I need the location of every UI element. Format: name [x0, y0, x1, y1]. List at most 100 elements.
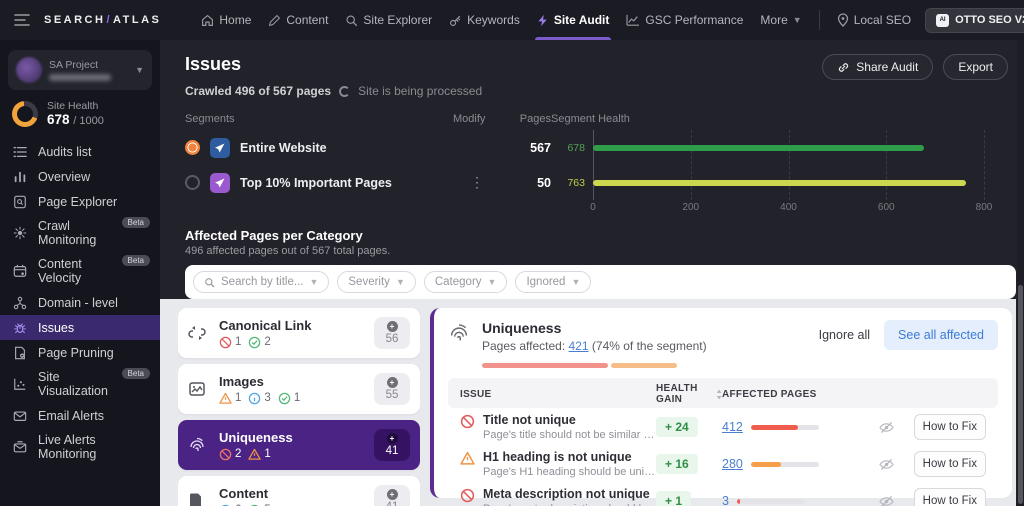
- col-header-pages: Pages: [501, 113, 551, 125]
- nav-local-seo[interactable]: Local SEO: [837, 0, 911, 40]
- filter-bar: Search by title... ▼ Severity ▼ Category…: [185, 265, 1016, 299]
- pages-count-icon: +: [387, 433, 398, 444]
- segment-kebab-menu[interactable]: ⋮: [453, 174, 501, 191]
- share-audit-button[interactable]: Share Audit: [822, 54, 933, 80]
- otto-logo-icon: AI: [936, 14, 949, 27]
- nav-gsc-performance[interactable]: GSC Performance: [626, 0, 743, 40]
- sidebar-item-page-explorer[interactable]: Page Explorer: [0, 189, 160, 214]
- main-content: Issues Share Audit Export Crawled 496 of…: [160, 40, 1024, 506]
- chevron-down-icon: ▼: [793, 15, 802, 25]
- ignore-all-button[interactable]: Ignore all: [819, 328, 870, 342]
- section-subtitle: 496 affected pages out of 567 total page…: [185, 245, 1016, 257]
- col-header-modify: Modify: [453, 113, 501, 125]
- page-scrollbar[interactable]: [1017, 40, 1024, 506]
- category-card-images[interactable]: Images 1 3 1: [178, 364, 420, 414]
- sidebar-item-page-pruning[interactable]: Page Pruning: [0, 340, 160, 365]
- sidebar-item-crawl-monitoring[interactable]: Crawl Monitoring Beta: [0, 214, 160, 252]
- sidebar-item-domain-level[interactable]: Domain - level: [0, 290, 160, 315]
- bug-icon: [13, 321, 27, 335]
- category-card-uniqueness[interactable]: Uniqueness 2 1: [178, 420, 420, 470]
- col-header-health-gain[interactable]: HEALTH GAIN: [656, 383, 722, 405]
- category-list: Canonical Link 1 2: [178, 308, 420, 506]
- search-by-title-dropdown[interactable]: Search by title... ▼: [193, 271, 329, 293]
- ignore-eye-off-icon[interactable]: [879, 421, 894, 434]
- affected-count-link[interactable]: 412: [722, 420, 743, 434]
- hamburger-menu-icon[interactable]: [14, 13, 30, 27]
- how-to-fix-button[interactable]: How to Fix: [914, 488, 986, 506]
- ignored-dropdown[interactable]: Ignored ▼: [515, 271, 591, 293]
- nav-more[interactable]: More ▼: [760, 0, 801, 40]
- issue-detail-panel: Uniqueness Pages affected: 421 (74% of t…: [430, 308, 1012, 498]
- nav-site-explorer[interactable]: Site Explorer: [345, 0, 432, 40]
- segment-radio[interactable]: [185, 175, 200, 190]
- pages-count-icon: +: [387, 377, 398, 388]
- project-label: SA Project: [49, 59, 128, 71]
- issue-row-meta-description-not-unique: Meta description not unique Page's meta …: [448, 482, 998, 506]
- sidebar-item-overview[interactable]: Overview: [0, 164, 160, 189]
- severity-dropdown[interactable]: Severity ▼: [337, 271, 415, 293]
- segment-icon-rocket: [210, 173, 230, 193]
- sidebar-item-email-alerts[interactable]: Email Alerts: [0, 403, 160, 428]
- ignore-eye-off-icon[interactable]: [879, 495, 894, 506]
- sidebar-item-content-velocity[interactable]: Content Velocity Beta: [0, 252, 160, 290]
- search-icon: [204, 277, 215, 288]
- category-card-content[interactable]: Content 6 5 +: [178, 476, 420, 506]
- app-logo: SEARCH/ATLAS: [44, 14, 161, 26]
- canonical-link-icon: [188, 324, 208, 342]
- scrollbar-thumb[interactable]: [1018, 285, 1023, 504]
- otto-seo-button[interactable]: AI OTTO SEO V2: [925, 8, 1024, 33]
- bar-chart-icon: [13, 170, 27, 184]
- segment-radio-selected[interactable]: [185, 140, 200, 155]
- sidebar-item-issues[interactable]: Issues: [0, 315, 160, 340]
- axis-tick: 0: [590, 202, 596, 213]
- sidebar-item-live-alerts-monitoring[interactable]: Live Alerts Monitoring: [0, 428, 160, 466]
- category-card-canonical-link[interactable]: Canonical Link 1 2: [178, 308, 420, 358]
- how-to-fix-button[interactable]: How to Fix: [914, 414, 986, 440]
- warning-count-badge: 1: [248, 448, 270, 461]
- site-health-donut: [12, 101, 38, 127]
- issue-description: Page's H1 heading should be unique and d…: [483, 466, 656, 478]
- ignore-eye-off-icon[interactable]: [879, 458, 894, 471]
- warning-triangle-icon: [248, 448, 261, 461]
- nav-home[interactable]: Home: [201, 0, 251, 40]
- pages-affected-link[interactable]: 421: [569, 339, 589, 353]
- segment-pages-count: 50: [501, 176, 551, 190]
- page-search-icon: [13, 195, 27, 209]
- project-selector[interactable]: SA Project ▼: [8, 50, 152, 90]
- export-button[interactable]: Export: [943, 54, 1008, 80]
- affected-progress: [751, 462, 819, 467]
- pages-count-icon: +: [387, 489, 398, 500]
- envelope-alert-icon: [13, 440, 27, 454]
- sidebar-item-audits-list[interactable]: Audits list: [0, 139, 160, 164]
- site-health-summary: Site Health 678 / 1000: [12, 100, 152, 127]
- section-title: Affected Pages per Category: [185, 228, 1016, 243]
- nav-keywords[interactable]: Keywords: [449, 0, 520, 40]
- sidebar-item-site-visualization[interactable]: Site Visualization Beta: [0, 365, 160, 403]
- category-dropdown[interactable]: Category ▼: [424, 271, 508, 293]
- col-header-affected-pages[interactable]: AFFECTED PAGES: [722, 389, 986, 400]
- home-icon: [201, 14, 214, 27]
- chevron-down-icon: ▼: [488, 277, 497, 287]
- affected-count-link[interactable]: 3: [722, 494, 729, 506]
- line-chart-icon: [626, 14, 640, 26]
- search-globe-icon: [345, 14, 358, 27]
- affected-count-link[interactable]: 280: [722, 457, 743, 471]
- segments-table: Segments Modify Pages Entire Website 567: [185, 108, 1008, 216]
- ban-icon: [219, 448, 232, 461]
- nav-site-audit[interactable]: Site Audit: [537, 0, 610, 40]
- how-to-fix-button[interactable]: How to Fix: [914, 451, 986, 477]
- chevron-down-icon: ▼: [396, 277, 405, 287]
- segment-row-entire-website: Entire Website 567: [185, 130, 551, 165]
- beta-badge: Beta: [122, 368, 150, 379]
- ban-icon: [460, 488, 475, 503]
- check-circle-icon: [248, 336, 261, 349]
- axis-tick: 400: [780, 202, 797, 213]
- axis-tick: 600: [878, 202, 895, 213]
- pages-count-badge: + 41: [374, 429, 410, 461]
- see-all-affected-button[interactable]: See all affected: [884, 320, 998, 350]
- envelope-icon: [13, 409, 27, 423]
- chevron-down-icon: ▼: [309, 277, 318, 287]
- info-count-badge: 3: [248, 392, 270, 405]
- chart-gridlines: [593, 130, 984, 200]
- nav-content[interactable]: Content: [268, 0, 328, 40]
